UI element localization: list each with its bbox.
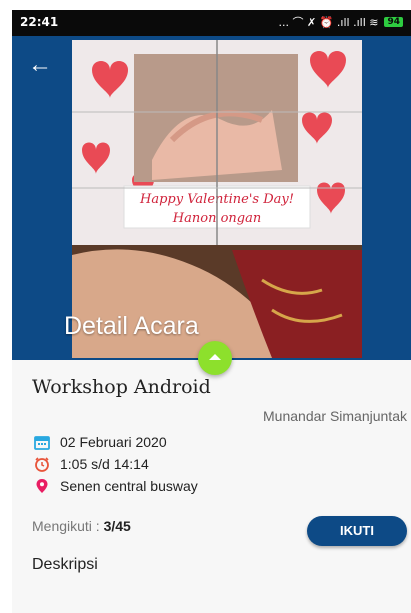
description-heading: Deskripsi [32, 556, 98, 573]
event-photo-image: Happy Valentine's Day! Hanon ongan [72, 40, 362, 358]
status-indicator-icons: ... ⌒ ✗ ⏰ .ıll .ıll ≋ [278, 16, 379, 29]
event-header: Happy Valentine's Day! Hanon ongan ← Det… [12, 36, 411, 360]
chevron-up-icon [209, 354, 221, 360]
calendar-icon [34, 436, 50, 450]
status-time: 22:41 [20, 15, 59, 29]
expand-up-button[interactable] [198, 341, 232, 375]
event-photo: Happy Valentine's Day! Hanon ongan [72, 40, 362, 358]
alarm-clock-icon [35, 457, 49, 472]
participants-value: 3/45 [103, 518, 131, 534]
event-organizer: Munandar Simanjuntak [263, 408, 407, 424]
location-pin-icon [36, 479, 48, 493]
back-arrow-icon[interactable]: ← [28, 50, 58, 80]
event-title: Workshop Android [32, 376, 211, 398]
participants-label: Mengikuti : [32, 518, 104, 534]
participants-count: Mengikuti : 3/45 [32, 518, 131, 534]
event-location: Senen central busway [60, 478, 198, 494]
join-button[interactable]: IKUTI [307, 516, 407, 546]
event-time-row: 1:05 s/d 14:14 [34, 456, 149, 472]
app-screen: 22:41 ... ⌒ ✗ ⏰ .ıll .ıll ≋ 94 Happy Val… [12, 10, 411, 613]
event-date-row: 02 Februari 2020 [34, 434, 167, 450]
battery-icon: 94 [384, 17, 403, 27]
event-location-row: Senen central busway [34, 478, 198, 494]
status-bar: 22:41 ... ⌒ ✗ ⏰ .ıll .ıll ≋ 94 [12, 10, 411, 36]
event-time: 1:05 s/d 14:14 [60, 456, 149, 472]
status-icons: ... ⌒ ✗ ⏰ .ıll .ıll ≋ 94 [279, 14, 403, 30]
event-date: 02 Februari 2020 [60, 434, 167, 450]
page-title: Detail Acara [64, 312, 199, 340]
